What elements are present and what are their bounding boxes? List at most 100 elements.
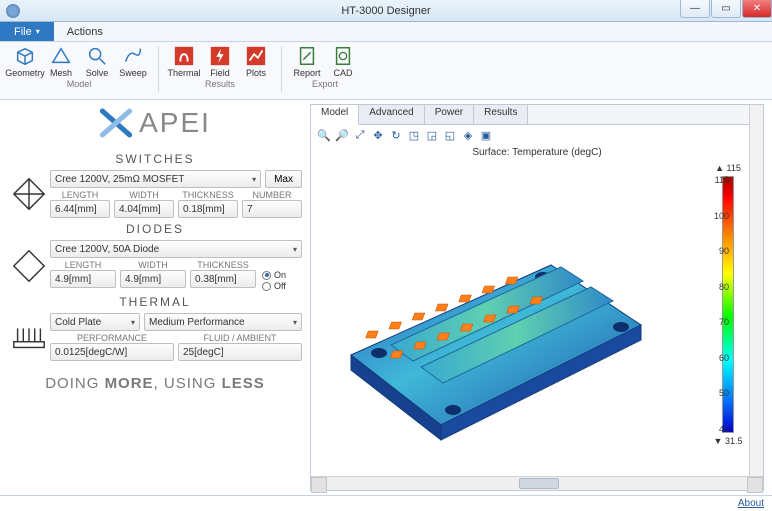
col-hdr: FLUID / AMBIENT: [178, 333, 302, 343]
rotate-icon[interactable]: ↻: [389, 128, 403, 142]
switches-title: SWITCHES: [8, 152, 302, 166]
window-close-button[interactable]: ✕: [742, 0, 772, 18]
window-minimize-button[interactable]: —: [680, 0, 710, 18]
brand-logo: APEI: [8, 106, 302, 140]
ribbon-group-label: Export: [312, 79, 338, 89]
report-icon: [296, 45, 318, 67]
viewer-frame: Model Advanced Power Results 🔍 🔎 ⤢ ✥ ↻ ◳…: [310, 104, 764, 491]
window-title: HT-3000 Designer: [0, 5, 772, 17]
thermal-button[interactable]: Thermal: [167, 44, 201, 78]
ribbon-btn-label: Plots: [246, 68, 266, 78]
diodes-off-radio[interactable]: Off: [262, 281, 302, 291]
zoom-in-icon[interactable]: 🔍: [317, 128, 331, 142]
col-hdr: NUMBER: [242, 190, 302, 200]
ribbon-group-label: Results: [205, 79, 235, 89]
field-button[interactable]: Field: [203, 44, 237, 78]
ribbon-btn-label: Sweep: [119, 68, 147, 78]
brand-name: APEI: [139, 107, 211, 139]
ribbon-btn-label: Solve: [86, 68, 109, 78]
viewer-tabs: Model Advanced Power Results: [311, 105, 763, 125]
ribbon-group-model: Geometry Mesh Solve Sweep Model: [4, 44, 154, 100]
scrollbar-thumb[interactable]: [519, 478, 559, 489]
col-hdr: PERFORMANCE: [50, 333, 174, 343]
zoom-extents-icon[interactable]: ⤢: [353, 128, 367, 142]
diodes-on-radio[interactable]: On: [262, 270, 302, 280]
tab-power[interactable]: Power: [425, 105, 474, 124]
cad-button[interactable]: CAD: [326, 44, 360, 78]
switches-max-button[interactable]: Max: [265, 170, 302, 188]
snapshot-icon[interactable]: ▣: [479, 128, 493, 142]
diodes-length-input[interactable]: 4.9[mm]: [50, 270, 116, 288]
thermal-model: [321, 175, 651, 445]
diodes-width-input[interactable]: 4.9[mm]: [120, 270, 186, 288]
col-hdr: THICKNESS: [190, 260, 256, 270]
report-button[interactable]: Report: [290, 44, 324, 78]
diodes-device-select[interactable]: Cree 1200V, 50A Diode ▾: [50, 240, 302, 258]
horizontal-scrollbar[interactable]: [311, 476, 763, 490]
switches-width-input[interactable]: 4.04[mm]: [114, 200, 174, 218]
zoom-out-icon[interactable]: 🔎: [335, 128, 349, 142]
cube-icon: [14, 45, 36, 67]
dropdown-value: Medium Performance: [149, 317, 245, 328]
view-xz-icon[interactable]: ◱: [443, 128, 457, 142]
mesh-button[interactable]: Mesh: [44, 44, 78, 78]
ribbon-btn-label: CAD: [333, 68, 352, 78]
geometry-button[interactable]: Geometry: [8, 44, 42, 78]
diodes-icon: [8, 240, 50, 291]
diodes-thickness-input[interactable]: 0.38[mm]: [190, 270, 256, 288]
plots-button[interactable]: Plots: [239, 44, 273, 78]
actions-tab[interactable]: Actions: [54, 22, 116, 41]
window-maximize-button[interactable]: ▭: [711, 0, 741, 18]
file-menu[interactable]: File ▾: [0, 22, 54, 41]
about-link[interactable]: About: [738, 498, 764, 509]
heatsink-icon: [8, 313, 50, 361]
actions-tab-label: Actions: [67, 26, 103, 38]
sweep-button[interactable]: Sweep: [116, 44, 150, 78]
tab-results[interactable]: Results: [474, 105, 528, 124]
thermal-icon: [173, 45, 195, 67]
view-xy-icon[interactable]: ◳: [407, 128, 421, 142]
switches-number-input[interactable]: 7: [242, 200, 302, 218]
col-hdr: LENGTH: [50, 260, 116, 270]
diodes-title: DIODES: [8, 222, 302, 236]
tab-advanced[interactable]: Advanced: [359, 105, 424, 124]
solve-button[interactable]: Solve: [80, 44, 114, 78]
switches-device-select[interactable]: Cree 1200V, 25mΩ MOSFET ▾: [50, 170, 261, 188]
thermal-ambient-input[interactable]: 25[degC]: [178, 343, 302, 361]
col-hdr: WIDTH: [114, 190, 174, 200]
ribbon-btn-label: Field: [210, 68, 230, 78]
col-hdr: WIDTH: [120, 260, 186, 270]
bolt-icon: [209, 45, 231, 67]
brand-mark-icon: [99, 106, 133, 140]
parameters-panel: APEI SWITCHES Cree 1200V, 25mΩ MOSFET ▾ …: [0, 100, 310, 495]
thermal-perf-select[interactable]: Medium Performance ▾: [144, 313, 302, 331]
chevron-down-icon: ▾: [293, 245, 297, 254]
view-iso-icon[interactable]: ◈: [461, 128, 475, 142]
ribbon-separator: [281, 46, 282, 92]
viewer-canvas[interactable]: Surface: Temperature (degC): [311, 145, 763, 476]
sweep-icon: [122, 45, 144, 67]
pan-icon[interactable]: ✥: [371, 128, 385, 142]
tab-model[interactable]: Model: [311, 105, 359, 125]
ribbon-group-export: Report CAD Export: [286, 44, 364, 100]
radio-icon: [262, 271, 271, 280]
vertical-scrollbar[interactable]: [749, 105, 763, 476]
switches-thickness-input[interactable]: 0.18[mm]: [178, 200, 238, 218]
app-icon: [6, 4, 20, 18]
thermal-performance-input[interactable]: 0.0125[degC/W]: [50, 343, 174, 361]
dropdown-value: Cree 1200V, 25mΩ MOSFET: [55, 174, 184, 185]
file-menu-label: File: [14, 26, 32, 38]
chevron-down-icon: ▾: [293, 318, 297, 327]
legend-min: 31.5: [714, 436, 743, 446]
thermal-sink-select[interactable]: Cold Plate ▾: [50, 313, 140, 331]
ribbon-group-label: Model: [67, 79, 92, 89]
switches-icon: [8, 170, 50, 218]
switches-length-input[interactable]: 6.44[mm]: [50, 200, 110, 218]
view-yz-icon[interactable]: ◲: [425, 128, 439, 142]
ribbon-btn-label: Report: [293, 68, 320, 78]
statusbar: About: [0, 495, 772, 511]
triangle-icon: [50, 45, 72, 67]
ribbon-separator: [158, 46, 159, 92]
col-hdr: LENGTH: [50, 190, 110, 200]
menubar: File ▾ Actions: [0, 22, 772, 42]
